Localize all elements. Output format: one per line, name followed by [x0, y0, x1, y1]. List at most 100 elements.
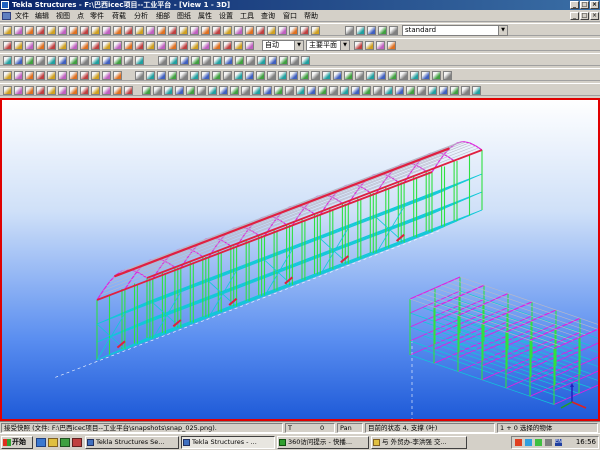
- toolbar-tool-icon[interactable]: [450, 86, 459, 95]
- toolbar-tool-icon[interactable]: [300, 26, 309, 35]
- toolbar-tool-icon[interactable]: [146, 71, 155, 80]
- toolbar-tool-icon[interactable]: [47, 86, 56, 95]
- toolbar-tool-icon[interactable]: [91, 41, 100, 50]
- toolbar-tool-icon[interactable]: [168, 71, 177, 80]
- menu-drawing[interactable]: 图纸: [177, 10, 191, 22]
- toolbar-tool-icon[interactable]: [290, 56, 299, 65]
- toolbar-tool-icon[interactable]: [263, 86, 272, 95]
- toolbar-tool-icon[interactable]: [124, 56, 133, 65]
- toolbar-tool-icon[interactable]: [58, 41, 67, 50]
- toolbar-tool-icon[interactable]: [267, 71, 276, 80]
- toolbar-tool-icon[interactable]: [388, 71, 397, 80]
- toolbar-tool-icon[interactable]: [3, 71, 12, 80]
- toolbar-tool-icon[interactable]: [102, 86, 111, 95]
- toolbar-tool-icon[interactable]: [91, 26, 100, 35]
- doc-close-button[interactable]: ×: [590, 12, 599, 20]
- toolbar-tool-icon[interactable]: [472, 86, 481, 95]
- taskbar-button-tekla-1[interactable]: Tekla Structures Se...: [85, 436, 179, 449]
- toolbar-tool-icon[interactable]: [202, 56, 211, 65]
- toolbar-tool-icon[interactable]: [201, 71, 210, 80]
- menu-query[interactable]: 查询: [261, 10, 275, 22]
- toolbar-tool-icon[interactable]: [135, 26, 144, 35]
- toolbar-tool-icon[interactable]: [318, 86, 327, 95]
- minimize-button[interactable]: _: [570, 1, 579, 9]
- quicklaunch-media-icon[interactable]: [72, 438, 82, 447]
- toolbar-tool-icon[interactable]: [113, 26, 122, 35]
- menu-help[interactable]: 帮助: [304, 10, 318, 22]
- toolbar-tool-icon[interactable]: [102, 41, 111, 50]
- toolbar-tool-icon[interactable]: [91, 56, 100, 65]
- toolbar-tool-icon[interactable]: [47, 26, 56, 35]
- toolbar-tool-icon[interactable]: [169, 56, 178, 65]
- toolbar-tool-icon[interactable]: [58, 26, 67, 35]
- doc-minimize-button[interactable]: _: [570, 12, 579, 20]
- menu-load[interactable]: 荷载: [112, 10, 126, 22]
- toolbar-tool-icon[interactable]: [3, 86, 12, 95]
- toolbar-tool-icon[interactable]: [135, 71, 144, 80]
- toolbar-tool-icon[interactable]: [135, 56, 144, 65]
- toolbar-tool-icon[interactable]: [212, 26, 221, 35]
- toolbar-tool-icon[interactable]: [279, 56, 288, 65]
- toolbar-tool-icon[interactable]: [257, 56, 266, 65]
- toolbar-tool-icon[interactable]: [36, 56, 45, 65]
- doc-restore-button[interactable]: □: [580, 12, 589, 20]
- toolbar-tool-icon[interactable]: [461, 86, 470, 95]
- toolbar-tool-icon[interactable]: [367, 26, 376, 35]
- toolbar-tool-icon[interactable]: [212, 71, 221, 80]
- taskbar-button-tekla-2[interactable]: Tekla Structures - ...: [181, 436, 275, 449]
- toolbar-tool-icon[interactable]: [296, 86, 305, 95]
- toolbar-tool-icon[interactable]: [69, 41, 78, 50]
- menu-window[interactable]: 窗口: [283, 10, 297, 22]
- toolbar-tool-icon[interactable]: [157, 41, 166, 50]
- toolbar-tool-icon[interactable]: [234, 26, 243, 35]
- toolbar-tool-icon[interactable]: [14, 86, 23, 95]
- toolbar-tool-icon[interactable]: [58, 56, 67, 65]
- toolbar-tool-icon[interactable]: [190, 41, 199, 50]
- toolbar-tool-icon[interactable]: [102, 26, 111, 35]
- toolbar-tool-icon[interactable]: [3, 56, 12, 65]
- standard-combo[interactable]: standard ▼: [402, 25, 508, 36]
- toolbar-tool-icon[interactable]: [36, 86, 45, 95]
- toolbar-tool-icon[interactable]: [377, 71, 386, 80]
- menu-edit[interactable]: 编辑: [35, 10, 49, 22]
- toolbar-tool-icon[interactable]: [191, 56, 200, 65]
- toolbar-tool-icon[interactable]: [274, 86, 283, 95]
- toolbar-tool-icon[interactable]: [58, 86, 67, 95]
- toolbar-tool-icon[interactable]: [69, 56, 78, 65]
- toolbar-tool-icon[interactable]: [278, 71, 287, 80]
- toolbar-tool-icon[interactable]: [387, 41, 396, 50]
- toolbar-tool-icon[interactable]: [329, 86, 338, 95]
- toolbar-tool-icon[interactable]: [340, 86, 349, 95]
- toolbar-tool-icon[interactable]: [389, 26, 398, 35]
- toolbar-tool-icon[interactable]: [234, 41, 243, 50]
- toolbar-tool-icon[interactable]: [164, 86, 173, 95]
- tray-volume-icon[interactable]: [545, 439, 552, 446]
- menu-settings[interactable]: 设置: [219, 10, 233, 22]
- toolbar-tool-icon[interactable]: [3, 26, 12, 35]
- toolbar-tool-icon[interactable]: [378, 26, 387, 35]
- toolbar-tool-icon[interactable]: [439, 86, 448, 95]
- quicklaunch-ie-icon[interactable]: [36, 438, 46, 447]
- toolbar-tool-icon[interactable]: [230, 86, 239, 95]
- document-icon[interactable]: [2, 12, 11, 20]
- toolbar-tool-icon[interactable]: [421, 71, 430, 80]
- toolbar-tool-icon[interactable]: [212, 41, 221, 50]
- toolbar-tool-icon[interactable]: [14, 71, 23, 80]
- taskbar-button-chat[interactable]: 与 外贸办-李洪强 交...: [371, 436, 467, 449]
- toolbar-tool-icon[interactable]: [256, 26, 265, 35]
- toolbar-tool-icon[interactable]: [25, 86, 34, 95]
- chevron-down-icon[interactable]: ▼: [498, 26, 507, 35]
- toolbar-tool-icon[interactable]: [47, 41, 56, 50]
- toolbar-tool-icon[interactable]: [399, 71, 408, 80]
- toolbar-tool-icon[interactable]: [146, 26, 155, 35]
- toolbar-tool-icon[interactable]: [14, 56, 23, 65]
- toolbar-tool-icon[interactable]: [142, 86, 151, 95]
- tray-network-icon[interactable]: [525, 439, 532, 446]
- toolbar-tool-icon[interactable]: [278, 26, 287, 35]
- quicklaunch-app-icon[interactable]: [60, 438, 70, 447]
- toolbar-tool-icon[interactable]: [91, 71, 100, 80]
- toolbar-tool-icon[interactable]: [180, 56, 189, 65]
- toolbar-tool-icon[interactable]: [289, 26, 298, 35]
- tray-360-icon[interactable]: [535, 439, 542, 446]
- 3d-model-viewport[interactable]: [0, 98, 600, 421]
